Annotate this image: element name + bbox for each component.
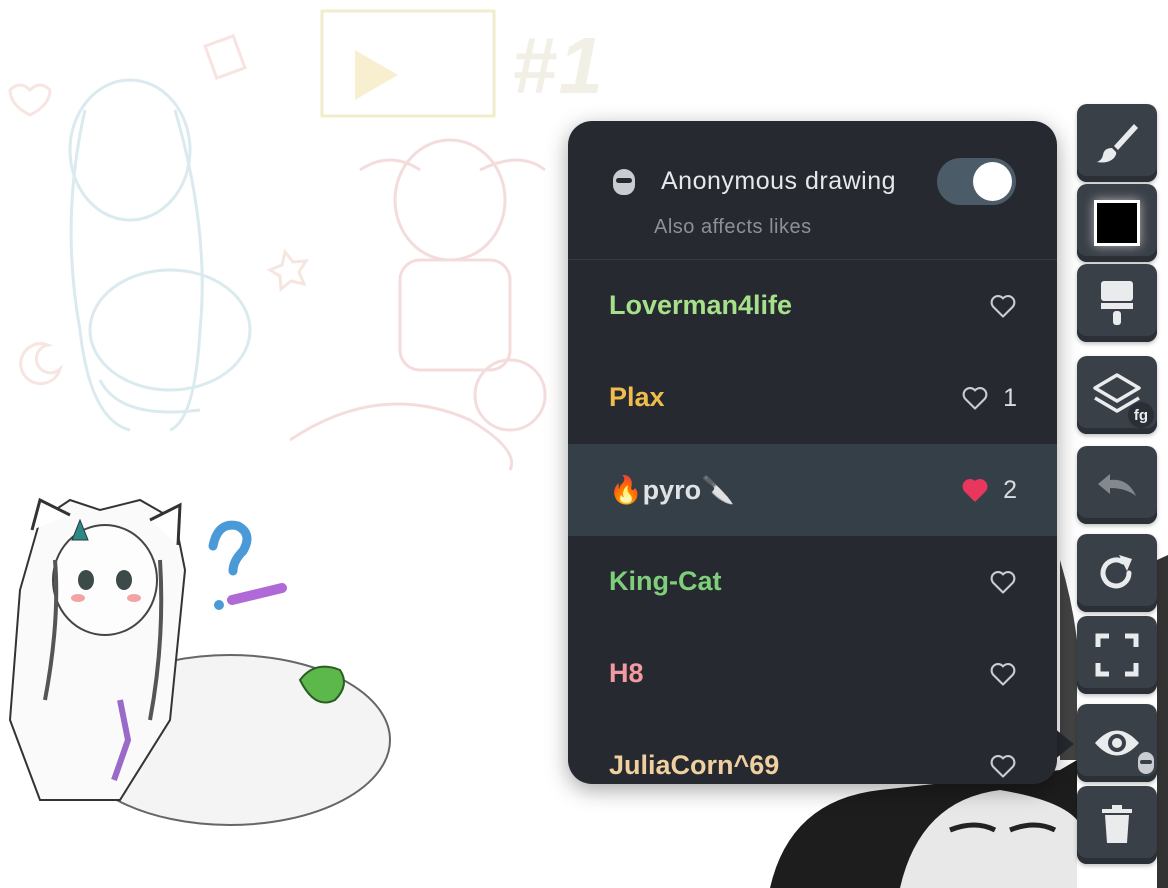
brush-button[interactable]: [1077, 104, 1157, 182]
anonymous-title: Anonymous drawing: [661, 167, 897, 195]
visibility-button[interactable]: [1077, 704, 1157, 782]
contributor-row[interactable]: H8: [568, 628, 1057, 720]
anonymous-section: Anonymous drawing Also affects likes: [568, 121, 1057, 260]
redo-icon: [1100, 555, 1132, 589]
contributor-name[interactable]: King-Cat: [609, 566, 721, 597]
like-area: [989, 536, 1017, 628]
like-area: [989, 628, 1017, 720]
like-count: 2: [1003, 475, 1017, 504]
color-picker-button[interactable]: [1077, 184, 1157, 262]
canvas-hash-text: #1: [512, 21, 605, 110]
like-area: [989, 260, 1017, 352]
eye-icon: [1095, 730, 1139, 756]
layer-badge: fg: [1128, 402, 1154, 428]
paint-roller-icon: [1101, 281, 1133, 325]
cat-hood-character: [8, 497, 391, 826]
color-swatch: [1094, 200, 1140, 246]
contributor-name[interactable]: JuliaCorn^69: [609, 750, 779, 781]
like-area: 1: [961, 352, 1017, 444]
like-area: [989, 720, 1017, 784]
heart-icon[interactable]: [989, 293, 1017, 319]
contributor-row[interactable]: 🔥pyro🔪 2: [568, 444, 1057, 536]
undo-icon: [1098, 474, 1136, 496]
contributor-name[interactable]: Loverman4life: [609, 290, 792, 321]
heart-filled-icon[interactable]: [961, 477, 989, 503]
popup-pointer: [1054, 728, 1074, 760]
contributor-name[interactable]: H8: [609, 658, 644, 689]
contributor-name[interactable]: 🔥pyro🔪: [609, 474, 735, 506]
fill-button[interactable]: [1077, 264, 1157, 342]
heart-icon[interactable]: [989, 753, 1017, 779]
contributor-row[interactable]: Loverman4life: [568, 260, 1057, 352]
contributor-row[interactable]: JuliaCorn^69: [568, 720, 1057, 784]
contributor-list: Loverman4life Plax 1 🔥pyro🔪 2 King-Cat H…: [568, 260, 1057, 784]
layer-button[interactable]: fg: [1077, 356, 1157, 434]
trash-icon: [1102, 805, 1132, 843]
redo-button[interactable]: [1077, 534, 1157, 612]
like-count: 1: [1003, 383, 1017, 412]
contributor-row[interactable]: King-Cat: [568, 536, 1057, 628]
anonymous-mask-icon: [613, 169, 635, 195]
contributor-name[interactable]: Plax: [609, 382, 665, 413]
anonymous-toggle[interactable]: [937, 158, 1016, 205]
expand-icon: [1095, 633, 1139, 677]
heart-icon[interactable]: [989, 661, 1017, 687]
like-area: 2: [961, 444, 1017, 536]
toggle-knob: [973, 162, 1012, 201]
brush-icon: [1097, 124, 1138, 163]
anonymous-mini-icon: [1138, 752, 1154, 774]
heart-icon[interactable]: [961, 385, 989, 411]
heart-icon[interactable]: [989, 569, 1017, 595]
clear-button[interactable]: [1077, 786, 1157, 864]
contributor-row[interactable]: Plax 1: [568, 352, 1057, 444]
contributors-popup: Anonymous drawing Also affects likes Lov…: [568, 121, 1057, 784]
fullscreen-button[interactable]: [1077, 616, 1157, 694]
anonymous-subtitle: Also affects likes: [654, 216, 812, 238]
undo-button[interactable]: [1077, 446, 1157, 524]
